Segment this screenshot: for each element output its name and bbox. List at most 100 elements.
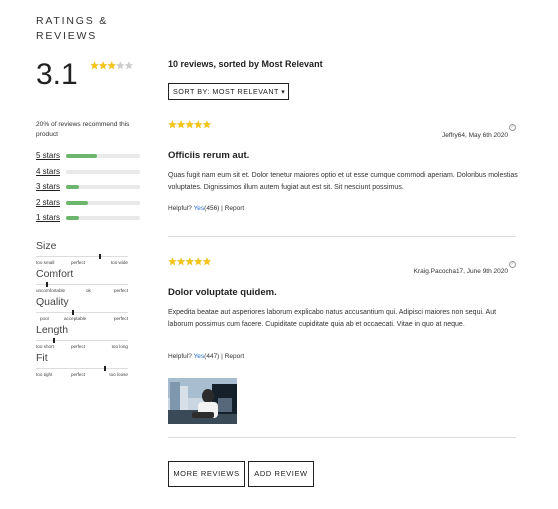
scale-low-label: poor [40,316,50,321]
star-icon [176,257,186,266]
rating-bar-track [66,185,140,189]
star-icon [194,120,203,129]
scale-high-label: too wide [110,260,128,265]
characteristic-size: Size too small perfect too wide [36,240,128,267]
scale-mid-label: perfect [71,372,86,377]
characteristic-name: Size [36,240,57,252]
characteristic-comfort: Comfort uncomfortable ok perfect [36,268,128,295]
ratings-reviews-title: RATINGS & REVIEWS [36,15,109,42]
characteristic-name: Quality [36,296,69,308]
star-icon [168,120,177,129]
helpful-separator: | [221,353,223,360]
characteristic-fit: Fit too tight perfect too loose [36,352,128,379]
verified-check-icon: ✓ [509,124,516,131]
sort-dropdown[interactable]: SORT BY: MOST RELEVANT ▾ [168,83,289,100]
rating-filter-label[interactable]: 4 stars [36,167,60,177]
rating-filter-label[interactable]: 3 stars [36,182,60,192]
scale-mid-label: perfect [71,344,86,349]
star-icon [176,120,186,129]
star-icon [168,257,177,266]
star-icon [90,61,99,70]
scale-high-label: perfect [113,288,128,293]
characteristic-marker [46,282,49,287]
helpful-yes-link[interactable]: Yes [194,205,205,212]
helpful-yes-link[interactable]: Yes [194,353,205,360]
review-list-divider [168,437,516,438]
scale-low-label: too short [36,344,54,349]
rating-filter-2[interactable]: 2 stars [36,198,140,208]
star-icon [98,61,108,70]
star-icon [202,257,212,266]
rating-bar-track [66,170,140,174]
report-link[interactable]: Report [225,353,245,360]
rating-filter-label[interactable]: 1 stars [36,213,60,223]
star-icon [107,61,116,70]
review-author-date: Jeffry64, May 6th 2020 [441,132,508,139]
star-icon [185,257,194,266]
rating-bar-fill [66,154,98,158]
review-star-rating [168,257,212,266]
scale-mid-label: acceptable [64,316,87,321]
review-photo-thumbnail[interactable] [168,378,237,424]
scale-high-label: perfect [113,316,128,321]
review-divider [168,236,516,237]
reviews-count-heading: 10 reviews, sorted by Most Relevant [168,59,323,69]
rating-filter-3[interactable]: 3 stars [36,182,140,192]
characteristic-name: Length [36,324,69,336]
average-star-rating [90,61,134,70]
review-title: Officiis rerum aut. [168,150,250,161]
characteristic-scale [36,282,128,287]
rating-bar-track [66,216,140,220]
characteristic-marker [53,338,56,343]
characteristic-scale [36,338,128,343]
recommend-text: 20% of reviews recommend this product [36,121,130,138]
characteristic-length: Length too short perfect too long [36,324,128,351]
star-icon [116,61,125,70]
rating-filter-1[interactable]: 1 stars [36,213,140,223]
star-icon [202,120,212,129]
characteristic-name: Fit [36,352,48,364]
review-star-rating [168,120,212,129]
review-body: Quas fugit nam eum sit et. Dolor tenetur… [168,172,518,191]
star-icon [194,257,203,266]
review-title: Dolor voluptate quidem. [168,287,277,298]
rating-filter-label[interactable]: 5 stars [36,151,60,161]
more-reviews-button[interactable]: MORE REVIEWS [168,461,245,487]
characteristic-name: Comfort [36,268,74,280]
rating-bar-track [66,201,140,205]
characteristic-scale [36,254,128,259]
characteristic-scale [36,310,128,315]
rating-bar-fill [66,201,89,205]
verified-check-icon: ✓ [509,261,516,268]
add-review-button[interactable]: ADD REVIEW [248,461,314,487]
characteristic-marker [71,310,74,315]
scale-low-label: too small [36,260,55,265]
helpful-label: Helpful? [168,205,192,212]
characteristic-scale [36,366,128,371]
rating-bar-track [66,154,140,158]
rating-filter-4[interactable]: 4 stars [36,167,140,177]
review-author-date: Kraig.Pacocha17, June 9th 2020 [413,268,508,275]
helpful-label: Helpful? [168,353,192,360]
characteristic-marker [104,366,106,371]
star-icon [185,120,194,129]
scale-mid-label: ok [86,288,91,293]
report-link[interactable]: Report [225,205,245,212]
rating-filter-label[interactable]: 2 stars [36,198,60,208]
scale-low-label: too tight [36,372,53,377]
review-body: Expedita beatae aut asperiores laborum e… [168,309,497,328]
helpful-separator: | [221,205,223,212]
rating-bar-fill [66,185,80,189]
helpful-yes-count: (447) [204,353,220,360]
scale-high-label: too long [111,344,128,349]
review-photo-image [168,378,237,424]
characteristic-quality: Quality poor acceptable perfect [36,296,128,323]
average-rating: 3.1 [36,58,78,91]
rating-bar-fill [66,216,80,220]
rating-filter-5[interactable]: 5 stars [36,151,140,161]
star-icon [124,61,134,70]
helpful-row: Helpful? Yes(456) | Report [168,205,244,212]
helpful-row: Helpful? Yes(447) | Report [168,353,244,360]
scale-mid-label: perfect [71,260,86,265]
scale-low-label: uncomfortable [36,288,66,293]
